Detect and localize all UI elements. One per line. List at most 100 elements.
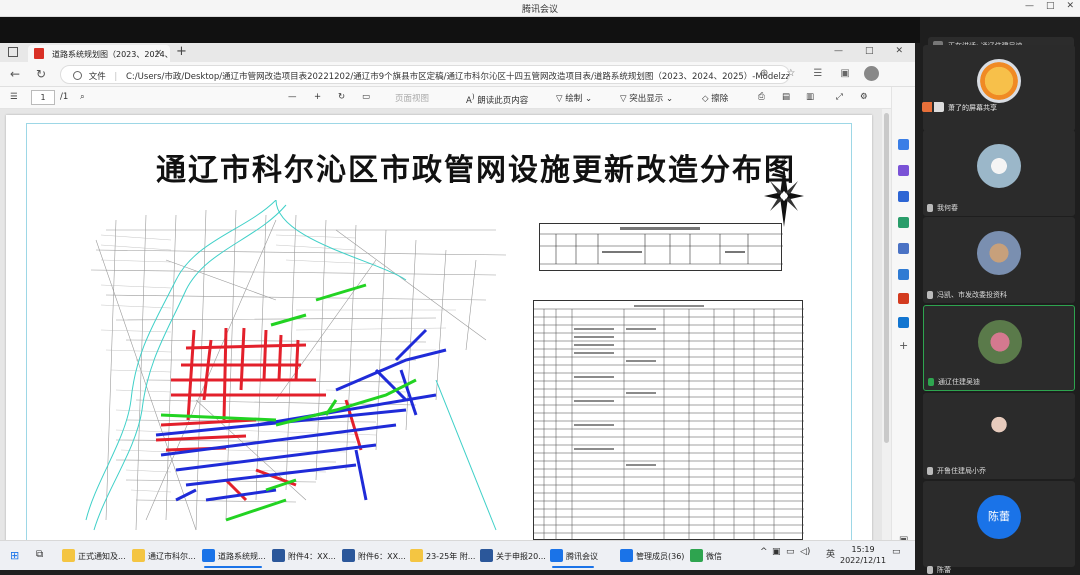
project-summary-table	[539, 223, 783, 271]
page-view-button[interactable]: 页面视图	[395, 92, 429, 104]
address-input[interactable]: 文件 | C:/Users/市政/Desktop/通辽市管网改造项目表20221…	[60, 65, 790, 84]
outlook-icon[interactable]	[898, 317, 909, 328]
tencent-meeting-icon	[620, 549, 633, 562]
copilot-icon[interactable]	[898, 165, 909, 176]
taskbar-item[interactable]: 23-25年 附...	[408, 547, 475, 565]
taskbar-item[interactable]: 微信	[688, 547, 722, 565]
new-tab-button[interactable]: +	[176, 44, 187, 59]
add-icon[interactable]: +	[899, 339, 908, 352]
page-total: /1	[60, 92, 69, 102]
info-icon	[73, 71, 82, 80]
tab-actions-icon[interactable]	[8, 47, 18, 57]
tray-app-icon[interactable]: ▣	[772, 547, 781, 557]
clock-date: 2022/12/11	[840, 556, 887, 565]
close-icon[interactable]: ✕	[1066, 1, 1074, 11]
tray-expand-icon[interactable]: ^	[760, 547, 768, 557]
close-icon[interactable]: ✕	[895, 46, 903, 56]
meeting-title: 腾讯会议	[521, 5, 558, 15]
rotate-icon[interactable]: ↻	[338, 92, 345, 102]
taskbar-item[interactable]: 管理成员(36)	[618, 547, 684, 565]
volume-icon[interactable]: ◁)	[800, 547, 810, 557]
games-icon[interactable]	[898, 269, 909, 280]
erase-label: 擦除	[711, 94, 729, 104]
north-label: 北	[780, 156, 788, 164]
network-icon[interactable]: ▭	[786, 547, 795, 557]
task-view-icon[interactable]: ⧉	[36, 549, 43, 560]
wechat-icon	[690, 549, 703, 562]
zoom-out-button[interactable]: —	[288, 92, 297, 102]
taskbar-item[interactable]: 附件6：XX...	[340, 547, 406, 565]
tab-close-icon[interactable]: ✕	[155, 48, 162, 57]
search-icon[interactable]	[898, 139, 909, 150]
avatar	[977, 144, 1021, 188]
pdf-viewer[interactable]: 通辽市科尔沁区市政管网设施更新改造分布图 北	[0, 109, 882, 542]
folder-icon	[62, 549, 75, 562]
read-aloud-button[interactable]: A) 朗读此页内容	[466, 92, 528, 106]
refresh-icon[interactable]: ↻	[36, 67, 46, 81]
zoom-in-button[interactable]: +	[314, 92, 321, 102]
erase-button[interactable]: ◇ 擦除	[702, 92, 728, 104]
avatar	[977, 59, 1021, 103]
taskbar-label: 附件6：XX...	[358, 552, 406, 561]
taskbar-item[interactable]: 正式通知及...	[60, 547, 126, 565]
participant-tile[interactable]: 我何春	[923, 130, 1075, 216]
favorite-icon[interactable]: ☆	[786, 68, 795, 79]
highlight-label: 突出显示	[629, 94, 664, 104]
avatar	[978, 320, 1022, 364]
fullscreen-icon[interactable]: ⤢	[836, 92, 843, 102]
taskbar-item[interactable]: 附件4：XX...	[270, 547, 336, 565]
office-icon[interactable]	[898, 293, 909, 304]
save-as-icon[interactable]: ▥	[806, 92, 814, 102]
taskbar-item[interactable]: 关于申报20...	[478, 547, 546, 565]
browser-addressbar: ← ↻ 文件 | C:/Users/市政/Desktop/通辽市管网改造项目表2…	[0, 62, 915, 87]
zoom-icon[interactable]: ⊕	[760, 68, 768, 79]
taskbar-item[interactable]: 通辽市科尔...	[130, 547, 196, 565]
participant-tile[interactable]: 开鲁住建局小乔	[923, 393, 1075, 479]
shared-screen: 道路系统规划图（2023、2024、 ✕ + — □ ✕ ← ↻ 文件 | C:…	[0, 43, 915, 570]
url-text: C:/Users/市政/Desktop/通辽市管网改造项目表20221202/通…	[126, 72, 790, 82]
maximize-icon[interactable]: □	[865, 46, 874, 56]
toolbox-icon[interactable]	[898, 217, 909, 228]
participant-tile-active[interactable]: 通辽住建吴迪	[923, 305, 1075, 391]
read-aloud-label: 朗读此页内容	[477, 95, 529, 106]
system-clock[interactable]: 15:19 2022/12/11	[840, 544, 886, 566]
save-icon[interactable]: ▤	[782, 92, 790, 102]
folder-icon	[132, 549, 145, 562]
tag-icon[interactable]	[898, 191, 909, 202]
meeting-window-controls: — □ ✕	[1025, 1, 1074, 11]
notification-icon[interactable]: ▭	[892, 547, 901, 557]
scrollbar-thumb[interactable]	[884, 113, 889, 443]
tencent-meeting-icon	[550, 549, 563, 562]
taskbar-label: 附件4：XX...	[288, 552, 336, 561]
maximize-icon[interactable]: □	[1046, 1, 1055, 11]
minimize-icon[interactable]: —	[1025, 1, 1034, 11]
participant-tile[interactable]: 陈蕾 陈蕾	[923, 481, 1075, 574]
tab-pdf[interactable]: 道路系统规划图（2023、2024、 ✕	[28, 45, 170, 62]
highlight-button[interactable]: ▽ 突出显示 ⌄	[620, 92, 673, 104]
settings-icon[interactable]: ⚙	[860, 92, 868, 102]
contents-icon[interactable]: ☰	[10, 92, 18, 102]
minimize-icon[interactable]: —	[834, 46, 843, 56]
pdf-scrollbar[interactable]	[882, 109, 891, 542]
meeting-titlebar: 腾讯会议 — □ ✕	[0, 0, 1080, 17]
taskbar-item[interactable]: 腾讯会议	[548, 547, 598, 568]
ime-indicator[interactable]: 英	[826, 547, 835, 560]
taskbar-label: 道路系统规...	[218, 552, 266, 561]
fit-page-icon[interactable]: ▭	[362, 92, 370, 102]
extensions-icon[interactable]: ▣	[840, 68, 849, 79]
collections-icon[interactable]: ☰	[813, 68, 822, 79]
edge-sidebar: + ▣ ⚙	[891, 87, 915, 570]
start-icon[interactable]: ⊞	[10, 549, 19, 562]
profile-avatar[interactable]	[864, 66, 879, 81]
print-icon[interactable]: ⎙	[758, 92, 765, 102]
people-icon[interactable]	[898, 243, 909, 254]
back-icon[interactable]: ←	[10, 67, 20, 81]
search-icon[interactable]: ⌕	[80, 92, 85, 102]
project-detail-table	[533, 300, 804, 541]
page-number-input[interactable]: 1	[31, 90, 55, 105]
taskbar-item[interactable]: 道路系统规...	[200, 547, 266, 568]
participant-tile[interactable]	[923, 45, 1075, 131]
draw-button[interactable]: ▽ 绘制 ⌄	[556, 92, 592, 104]
pipe-network-map	[85, 200, 507, 531]
participant-tile[interactable]: 冯凯、市发改委投资科	[923, 217, 1075, 303]
